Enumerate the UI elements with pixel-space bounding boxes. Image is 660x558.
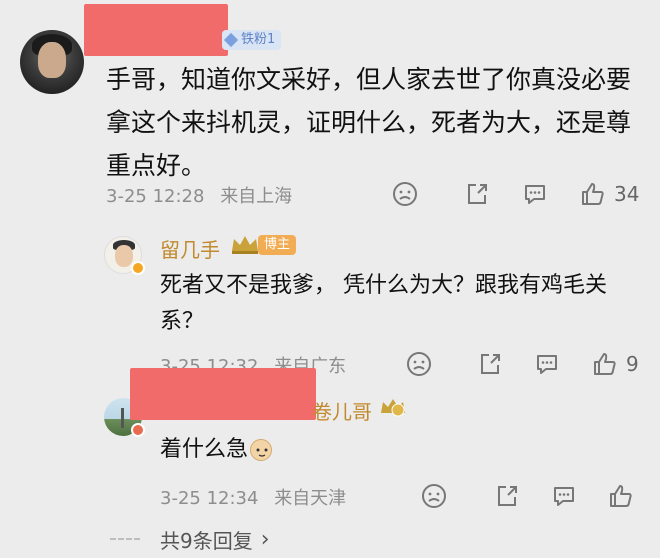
- fan-badge: 铁粉1: [222, 30, 282, 50]
- reply-like-button[interactable]: 9: [592, 351, 639, 377]
- reply-text: 死者又不是我爹， 凭什么为大？跟我有鸡毛关系？: [160, 273, 607, 334]
- reply-like-count: 9: [626, 352, 639, 376]
- like-icon[interactable]: [580, 181, 606, 207]
- cat-emoji-icon: [250, 439, 273, 461]
- reply2-location: 来自天津: [274, 488, 347, 509]
- redacted-username-2: [130, 368, 316, 420]
- fan-diamond-icon: [223, 32, 239, 48]
- crown-icon: [230, 233, 260, 255]
- comment-icon[interactable]: [522, 181, 548, 207]
- reply2-comment-icon[interactable]: [551, 483, 577, 509]
- like-count: 34: [614, 182, 640, 206]
- reply-username[interactable]: 留几手: [160, 234, 220, 263]
- reply2-dislike-icon[interactable]: [421, 483, 447, 509]
- reply-share-icon[interactable]: [477, 351, 503, 377]
- blogger-badge: 博主: [258, 235, 297, 255]
- reply2-text-row: 着什么急: [160, 432, 273, 468]
- reply2-time: 3-25 12:34: [160, 488, 259, 509]
- chevron-right-icon: ›: [260, 527, 270, 552]
- divider: [110, 538, 140, 540]
- share-icon[interactable]: [464, 181, 490, 207]
- reply2-verified-icon: [131, 423, 145, 437]
- commenter-avatar[interactable]: [20, 30, 84, 94]
- reply2-text: 着什么急: [160, 437, 249, 462]
- reply-dislike-icon[interactable]: [406, 351, 432, 377]
- reply2-crown-icon: [378, 395, 408, 419]
- reply-like-icon[interactable]: [592, 351, 618, 377]
- main-comment-time: 3-25 12:28: [106, 186, 205, 207]
- more-replies-link[interactable]: 共9条回复 ›: [160, 525, 270, 554]
- reply2-username[interactable]: 卷儿哥: [312, 396, 372, 425]
- verified-icon: [131, 261, 145, 275]
- reply2-share-icon[interactable]: [494, 483, 520, 509]
- main-comment-location: 来自上海: [220, 186, 293, 207]
- reply-comment-icon[interactable]: [534, 351, 560, 377]
- redacted-username: [84, 4, 228, 56]
- more-replies-label: 共9条回复: [160, 529, 253, 553]
- like-button[interactable]: 34: [580, 181, 639, 207]
- main-comment-meta: 3-25 12:28 来自上海: [106, 182, 292, 208]
- main-comment-text: 手哥，知道你文采好，但人家去世了你真没必要拿这个来抖机灵，证明什么，死者为大，还…: [106, 65, 632, 180]
- reply2-meta: 3-25 12:34 来自天津: [160, 484, 346, 510]
- dislike-icon[interactable]: [392, 181, 418, 207]
- reply2-like-icon[interactable]: [608, 483, 634, 509]
